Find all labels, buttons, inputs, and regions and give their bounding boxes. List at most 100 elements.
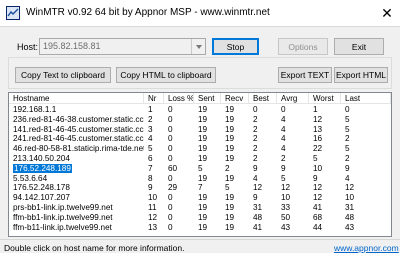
cell-value: 19 bbox=[198, 144, 208, 154]
metric-cell: 4 bbox=[277, 144, 309, 154]
metric-cell: 31 bbox=[341, 203, 391, 213]
metric-cell: 9 bbox=[249, 193, 277, 203]
metric-cell: 48 bbox=[341, 213, 391, 223]
copy-text-button[interactable]: Copy Text to clipboard bbox=[15, 67, 111, 83]
metric-cell: 48 bbox=[249, 213, 277, 223]
cell-value: 0 bbox=[168, 203, 173, 212]
table-row[interactable]: ffm-bb1-link.ip.twelve99.net 12 0 19 19 48 50 6… bbox=[9, 213, 391, 223]
cell-value: 10 bbox=[313, 163, 323, 173]
column-header-7[interactable]: Worst bbox=[309, 93, 341, 104]
exit-button[interactable]: Exit bbox=[334, 38, 384, 55]
cell-value: 2 bbox=[253, 154, 258, 163]
metric-cell: 10 bbox=[277, 193, 309, 203]
metric-cell: 16 bbox=[309, 134, 341, 144]
column-header-3[interactable]: Sent bbox=[194, 93, 221, 104]
table-row[interactable]: 213.140.50.204 6 0 19 19 2 2 5 2 bbox=[9, 154, 391, 164]
host-combobox[interactable]: 195.82.158.81 bbox=[39, 38, 206, 55]
cell-value: 19 bbox=[198, 124, 208, 134]
stop-button[interactable]: Stop bbox=[212, 38, 259, 55]
column-header-8[interactable]: Last bbox=[341, 93, 391, 104]
cell-value: 5 bbox=[345, 114, 350, 124]
metric-cell: 12 bbox=[309, 183, 341, 193]
metric-cell: 2 bbox=[249, 134, 277, 144]
column-header-6[interactable]: Avrg bbox=[277, 93, 309, 104]
metric-cell: 13 bbox=[144, 223, 164, 233]
cell-value: 31 bbox=[253, 203, 263, 212]
metric-cell: 0 bbox=[164, 115, 194, 125]
metric-cell: 19 bbox=[194, 193, 221, 203]
metric-cell: 12 bbox=[309, 115, 341, 125]
cell-value: 2 bbox=[253, 114, 258, 124]
cell-value: 4 bbox=[281, 114, 286, 124]
cell-value: 13 bbox=[313, 124, 323, 134]
cell-value: 60 bbox=[168, 163, 178, 173]
metric-cell: 4 bbox=[249, 174, 277, 184]
metric-cell: 12 bbox=[144, 213, 164, 223]
cell-value: 19 bbox=[225, 134, 235, 144]
cell-value: 5 bbox=[148, 144, 153, 154]
cell-value: 3 bbox=[148, 124, 153, 134]
metric-cell: 0 bbox=[164, 213, 194, 223]
cell-value: 5.53.6.64 bbox=[13, 173, 48, 183]
metric-cell: 29 bbox=[164, 183, 194, 193]
metric-cell: 19 bbox=[221, 203, 249, 213]
table-row[interactable]: 141.red-81-46-45.customer.static.cc... 3 0… bbox=[9, 125, 391, 135]
cell-value: 19 bbox=[198, 212, 208, 222]
trace-table[interactable]: Hostname Nr Loss % Sent Recv Best Avrg Worst Las… bbox=[8, 92, 392, 237]
options-button[interactable]: Options bbox=[278, 38, 328, 55]
cell-value: 2 bbox=[281, 154, 286, 163]
cell-value: 48 bbox=[345, 212, 355, 222]
cell-value: 2 bbox=[345, 154, 350, 163]
metric-cell: 6 bbox=[144, 154, 164, 164]
cell-value: prs-bb1-link.ip.twelve99.net bbox=[13, 203, 113, 212]
table-row[interactable]: 192.168.1.1 1 0 19 19 0 0 1 0 bbox=[9, 105, 391, 115]
metric-cell: 0 bbox=[164, 154, 194, 164]
metric-cell: 19 bbox=[194, 174, 221, 184]
hostname-cell: 176.52.248.178 bbox=[9, 183, 144, 193]
column-header-5[interactable]: Best bbox=[249, 93, 277, 104]
table-row[interactable]: ffm-b11-link.ip.twelve99.net 13 0 19 19 41 43 4… bbox=[9, 223, 391, 233]
hostname-cell: 94.142.107.207 bbox=[9, 193, 144, 203]
table-row[interactable]: 241.red-81-46-45.customer.static.cc... 4 0… bbox=[9, 134, 391, 144]
export-text-button[interactable]: Export TEXT bbox=[278, 67, 332, 83]
cell-value: 19 bbox=[225, 114, 235, 124]
table-row[interactable]: 94.142.107.207 10 0 19 19 9 10 12 10 bbox=[9, 193, 391, 203]
metric-cell: 19 bbox=[194, 125, 221, 135]
metric-cell: 12 bbox=[249, 183, 277, 193]
metric-cell: 19 bbox=[221, 213, 249, 223]
cell-value: 7 bbox=[198, 183, 203, 193]
table-row[interactable]: 46.red-80-58-81.staticip.rima-tde.net 5 0 1… bbox=[9, 144, 391, 154]
metric-cell: 4 bbox=[277, 125, 309, 135]
column-header-2[interactable]: Loss % bbox=[164, 93, 194, 104]
metric-cell: 10 bbox=[309, 164, 341, 174]
cell-value: 9 bbox=[148, 183, 153, 193]
hostname-cell: prs-bb1-link.ip.twelve99.net bbox=[9, 203, 144, 213]
metric-cell: 19 bbox=[221, 105, 249, 115]
column-header-1[interactable]: Nr bbox=[144, 93, 164, 104]
column-header-0[interactable]: Hostname bbox=[9, 93, 144, 104]
table-row[interactable]: 5.53.6.64 8 0 19 19 4 5 9 4 bbox=[9, 174, 391, 184]
copy-html-button[interactable]: Copy HTML to clipboard bbox=[116, 67, 216, 83]
close-icon[interactable]: ✕ bbox=[378, 4, 396, 22]
appnor-link[interactable]: www.appnor.com bbox=[334, 243, 399, 253]
hostname-cell: ffm-b11-link.ip.twelve99.net bbox=[9, 223, 144, 233]
cell-value: 29 bbox=[168, 183, 178, 193]
export-html-button[interactable]: Export HTML bbox=[334, 67, 388, 83]
title-bar: WinMTR v0.92 64 bit by Appnor MSP - www.… bbox=[0, 0, 400, 26]
table-row[interactable]: prs-bb1-link.ip.twelve99.net 11 0 19 19 31 33 4… bbox=[9, 203, 391, 213]
metric-cell: 5 bbox=[194, 164, 221, 174]
table-row[interactable]: 176.52.248.189 7 60 5 2 9 9 10 9 bbox=[9, 163, 391, 174]
chevron-down-icon[interactable] bbox=[191, 39, 205, 54]
column-header-4[interactable]: Recv bbox=[221, 93, 249, 104]
cell-value: 48 bbox=[253, 212, 263, 222]
cell-value: 19 bbox=[198, 173, 208, 183]
cell-value: 1 bbox=[313, 105, 318, 114]
metric-cell: 4 bbox=[341, 174, 391, 184]
metric-cell: 11 bbox=[144, 203, 164, 213]
table-row[interactable]: 176.52.248.178 9 29 7 5 12 12 12 12 bbox=[9, 183, 391, 193]
cell-value: 94.142.107.207 bbox=[13, 193, 70, 203]
metric-cell: 0 bbox=[277, 105, 309, 115]
cell-value: 19 bbox=[225, 173, 235, 183]
table-row[interactable]: 236.red-81-46-38.customer.static.cc... 2 0… bbox=[9, 115, 391, 125]
metric-cell: 0 bbox=[341, 105, 391, 115]
